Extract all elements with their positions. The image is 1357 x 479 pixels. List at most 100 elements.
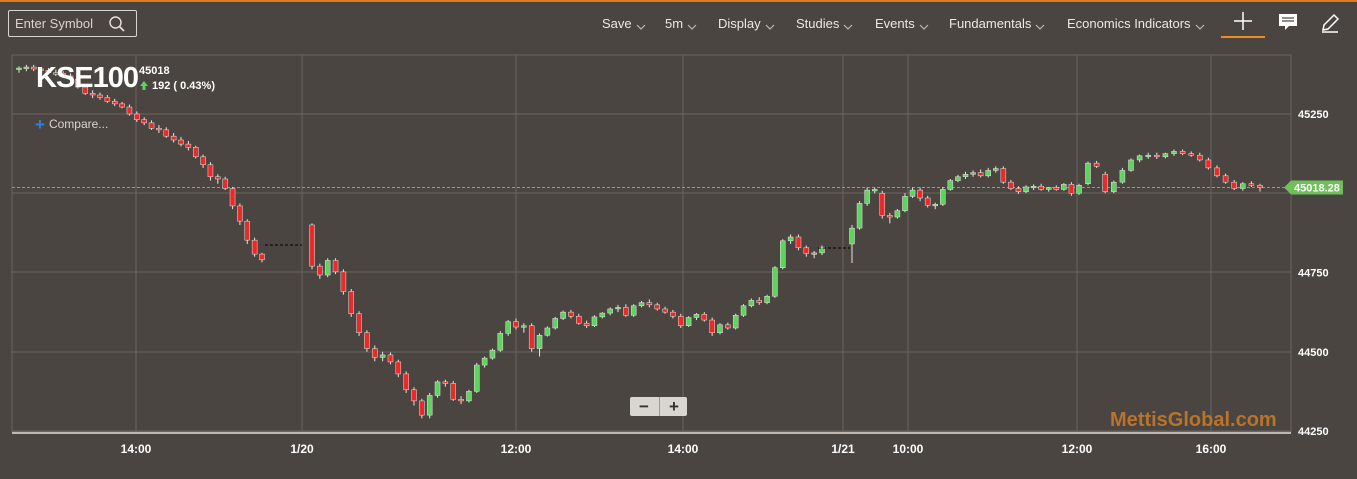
candle-up — [1061, 184, 1067, 190]
pencil-icon[interactable] — [1319, 12, 1341, 39]
candle-down — [513, 321, 519, 328]
candle-up — [544, 327, 551, 336]
candle-up — [693, 314, 700, 318]
candle-down — [1000, 168, 1007, 183]
candle-down — [977, 172, 984, 177]
candle-up — [717, 324, 723, 333]
candle-up — [379, 354, 386, 358]
candle-up — [740, 305, 747, 316]
candle-down — [1214, 167, 1220, 177]
x-tick-label: 16:00 — [1196, 442, 1227, 456]
candle-down — [662, 308, 668, 313]
y-axis: 45250 44750 44500 44250 — [1298, 109, 1329, 438]
search-icon[interactable] — [108, 15, 126, 38]
candle-down — [646, 302, 653, 306]
candle-down — [1038, 186, 1044, 190]
x-tick-label: 14:00 — [121, 442, 152, 456]
candle-down — [924, 197, 931, 206]
menu-events[interactable]: Events — [875, 16, 929, 34]
candle-down — [192, 147, 199, 158]
plot-frame — [11, 54, 1292, 433]
candle-down — [1008, 181, 1014, 189]
candle-down — [1053, 187, 1060, 190]
candle-down — [795, 236, 802, 249]
menu-studies[interactable]: Studies — [796, 16, 853, 34]
candle-up — [811, 252, 817, 255]
candle-up — [489, 349, 496, 359]
candle-up — [787, 236, 794, 242]
candle-down — [678, 315, 684, 327]
candle-up — [1240, 183, 1246, 189]
compare-button[interactable]: + Compare... — [35, 115, 108, 135]
candle-up — [856, 203, 863, 229]
candle-up — [780, 240, 786, 268]
candle-up — [521, 325, 527, 328]
candle-up — [849, 227, 855, 245]
candle-down — [229, 188, 236, 207]
y-tick-label: 44250 — [1298, 426, 1329, 438]
menu-display[interactable]: Display — [718, 16, 775, 34]
zoom-in-button[interactable]: + — [659, 397, 688, 416]
crosshair-icon[interactable] — [1232, 10, 1254, 37]
x-tick-label: 10:00 — [893, 442, 924, 456]
candle-down — [583, 322, 590, 327]
candle-up — [894, 210, 901, 218]
chart-toolbar: Save 5m Display Studies Events Fundament… — [0, 2, 1357, 46]
candle-up — [615, 307, 621, 310]
candle-down — [528, 325, 535, 349]
candle-down — [340, 271, 347, 292]
candle-down — [442, 381, 449, 384]
candle-down — [701, 314, 708, 321]
candles-layer — [16, 64, 1263, 419]
menu-label: Save — [602, 16, 632, 31]
x-tick-label: 1/21 — [831, 442, 855, 456]
candle-up — [764, 296, 770, 303]
chevron-down-icon — [765, 19, 775, 34]
price-change-value: 192 ( 0.43%) — [152, 80, 215, 92]
candle-up — [23, 66, 30, 69]
candle-up — [1085, 162, 1091, 184]
candle-up — [1076, 185, 1082, 194]
candle-up — [1023, 186, 1029, 192]
price-tag-label: 45018.28 — [1294, 182, 1340, 194]
candle-down — [332, 260, 339, 273]
candle-up — [871, 189, 878, 192]
candle-up — [1136, 155, 1143, 161]
candle-up — [536, 335, 543, 349]
zoom-control: − + — [630, 397, 687, 416]
candle-up — [1162, 153, 1169, 158]
candle-up — [909, 189, 916, 197]
candle-down — [450, 383, 456, 400]
candle-up — [599, 312, 606, 318]
candle-up — [607, 308, 613, 314]
candle-up — [1030, 186, 1037, 189]
menu-interval[interactable]: 5m — [665, 16, 697, 34]
menu-fundamentals[interactable]: Fundamentals — [949, 16, 1045, 34]
menu-label: 5m — [665, 16, 684, 31]
menu-label: Studies — [796, 16, 840, 31]
candle-up — [466, 391, 472, 402]
candle-down — [887, 215, 893, 218]
symbol-search-input[interactable] — [15, 15, 105, 32]
comment-icon[interactable] — [1277, 12, 1299, 37]
candle-down — [215, 176, 221, 180]
candle-down — [1093, 162, 1100, 167]
candle-up — [685, 317, 692, 327]
menu-economics-indicators[interactable]: Economics Indicators — [1067, 16, 1205, 34]
arrow-up-icon — [139, 80, 152, 92]
symbol-search[interactable] — [8, 10, 137, 37]
candle-up — [932, 204, 938, 207]
chart-grid — [11, 54, 1292, 434]
current-price-tag: 45018.28 — [1284, 180, 1343, 195]
chevron-down-icon — [1195, 19, 1205, 34]
candle-down — [222, 178, 228, 189]
candle-up — [434, 381, 441, 396]
candle-down — [1154, 154, 1160, 158]
candle-down — [185, 143, 192, 148]
menu-save[interactable]: Save — [602, 16, 646, 34]
candle-up — [955, 176, 961, 181]
candle-down — [1205, 159, 1212, 169]
candle-down — [1231, 181, 1237, 189]
candle-down — [1248, 183, 1255, 186]
zoom-out-button[interactable]: − — [630, 397, 658, 416]
